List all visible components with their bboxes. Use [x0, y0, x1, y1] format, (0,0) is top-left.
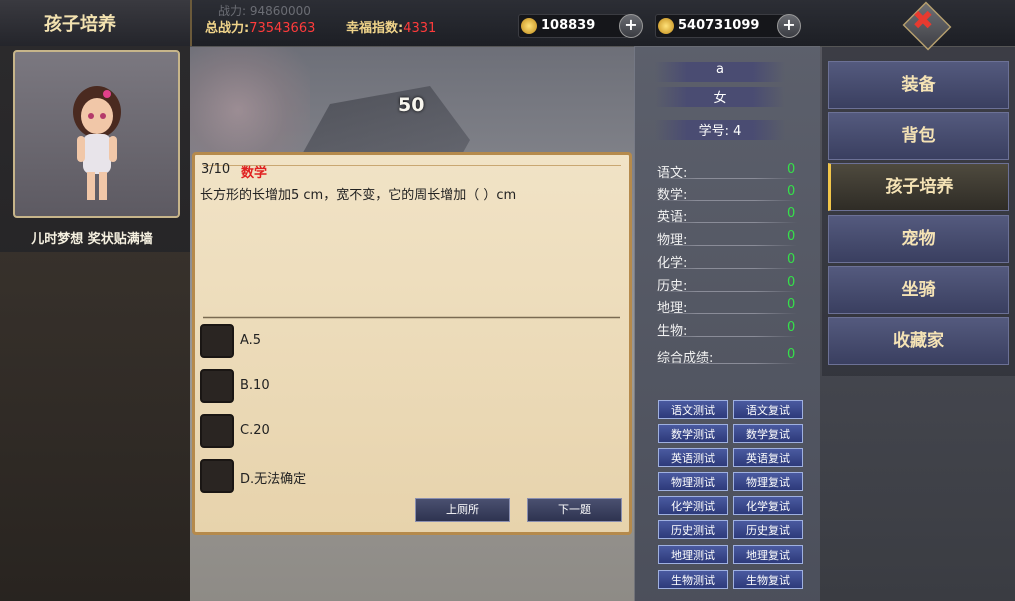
- subject-value: 0: [787, 275, 796, 290]
- subject-divider: [655, 313, 797, 314]
- question-text: 长方形的长增加5 cm，宽不变，它的周长增加（ ）cm: [200, 188, 517, 203]
- subject-divider: [655, 363, 797, 364]
- option-b-checkbox[interactable]: [200, 369, 234, 403]
- test-score: 50: [398, 94, 425, 116]
- option-b-label[interactable]: B.10: [240, 378, 270, 393]
- retest-button[interactable]: 英语复试: [733, 448, 803, 467]
- test-button[interactable]: 物理测试: [658, 472, 728, 491]
- subject-value: 0: [787, 206, 796, 221]
- menu-equipment[interactable]: 装备: [828, 61, 1009, 109]
- gold-value: 108839: [541, 18, 596, 33]
- page-title: 孩子培养: [44, 14, 116, 35]
- question-subject: 数学: [241, 166, 268, 181]
- option-d-label[interactable]: D.无法确定: [240, 468, 306, 487]
- left-panel-lower: [0, 252, 190, 601]
- subject-value: 0: [787, 252, 796, 267]
- retest-button[interactable]: 历史复试: [733, 520, 803, 539]
- retest-button[interactable]: 语文复试: [733, 400, 803, 419]
- child-description: 儿时梦想 奖状贴满墙: [31, 232, 153, 247]
- menu-bag[interactable]: 背包: [828, 112, 1009, 160]
- coin-counter: 540731099: [655, 14, 785, 38]
- subject-divider: [655, 178, 797, 179]
- test-button[interactable]: 地理测试: [658, 545, 728, 564]
- total-power: 总战力:73543663: [205, 17, 315, 36]
- close-icon[interactable]: ✖: [912, 6, 934, 36]
- subject-divider: [655, 291, 797, 292]
- happiness-label: 幸福指数:: [346, 21, 404, 36]
- menu-collector[interactable]: 收藏家: [828, 317, 1009, 365]
- ornament-divider: [203, 316, 620, 319]
- retest-button[interactable]: 数学复试: [733, 424, 803, 443]
- overall-score-value: 0: [787, 347, 796, 362]
- subject-divider: [655, 336, 797, 337]
- option-a-label[interactable]: A.5: [240, 333, 261, 348]
- subject-divider: [655, 222, 797, 223]
- bathroom-button[interactable]: 上厕所: [415, 498, 510, 522]
- gold-counter: 108839: [518, 14, 628, 38]
- menu-child-training[interactable]: 孩子培养: [828, 163, 1009, 211]
- test-button[interactable]: 语文测试: [658, 400, 728, 419]
- option-a-checkbox[interactable]: [200, 324, 234, 358]
- test-button[interactable]: 英语测试: [658, 448, 728, 467]
- option-d-checkbox[interactable]: [200, 459, 234, 493]
- retest-button[interactable]: 化学复试: [733, 496, 803, 515]
- subject-divider: [655, 200, 797, 201]
- subject-value: 0: [787, 162, 796, 177]
- add-coin-button[interactable]: +: [777, 14, 801, 38]
- total-power-value: 73543663: [249, 21, 316, 36]
- student-gender: 女: [655, 87, 785, 107]
- add-gold-button[interactable]: +: [619, 14, 643, 38]
- total-power-label: 总战力:: [205, 21, 250, 36]
- child-portrait: [13, 50, 180, 218]
- coin-value: 540731099: [678, 18, 760, 33]
- menu-mount[interactable]: 坐骑: [828, 266, 1009, 314]
- test-button[interactable]: 历史测试: [658, 520, 728, 539]
- test-button[interactable]: 生物测试: [658, 570, 728, 589]
- subject-value: 0: [787, 229, 796, 244]
- retest-button[interactable]: 地理复试: [733, 545, 803, 564]
- gold-ingot-icon: [521, 18, 537, 34]
- subject-divider: [655, 268, 797, 269]
- subject-divider: [655, 245, 797, 246]
- retest-button[interactable]: 生物复试: [733, 570, 803, 589]
- student-id: 学号: 4: [655, 120, 785, 140]
- menu-pet[interactable]: 宠物: [828, 215, 1009, 263]
- retest-button[interactable]: 物理复试: [733, 472, 803, 491]
- child-avatar-icon: [73, 86, 121, 200]
- happiness-value: 4331: [403, 21, 437, 36]
- student-name: a: [655, 62, 785, 82]
- option-c-label[interactable]: C.20: [240, 423, 270, 438]
- option-c-checkbox[interactable]: [200, 414, 234, 448]
- question-progress: 3/10: [201, 162, 231, 177]
- subject-value: 0: [787, 320, 796, 335]
- subject-value: 0: [787, 184, 796, 199]
- subject-value: 0: [787, 297, 796, 312]
- happiness-index: 幸福指数:4331: [346, 17, 436, 36]
- test-button[interactable]: 化学测试: [658, 496, 728, 515]
- next-question-button[interactable]: 下一题: [527, 498, 622, 522]
- test-button[interactable]: 数学测试: [658, 424, 728, 443]
- coin-icon: [658, 18, 674, 34]
